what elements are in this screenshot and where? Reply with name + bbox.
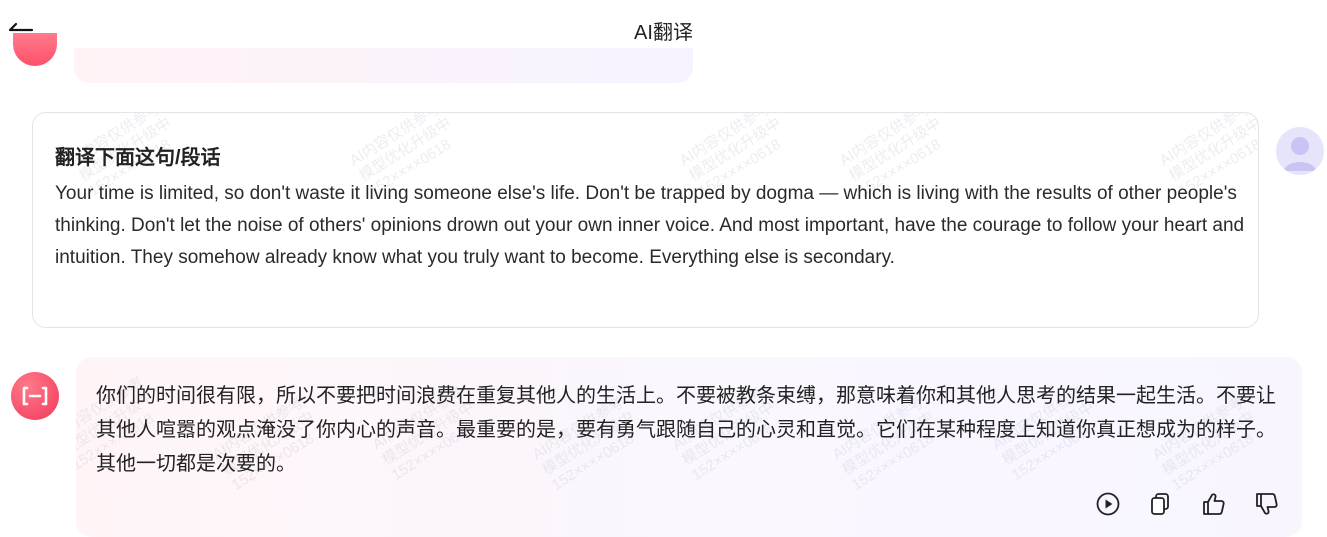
message-actions — [1094, 490, 1284, 520]
ai-translation-text: 你们的时间很有限，所以不要把时间浪费在重复其他人的生活上。不要被教条束缚，那意味… — [96, 385, 1276, 475]
user-message-text: Your time is limited, so don't waste it … — [55, 183, 1245, 268]
copy-icon[interactable] — [1147, 490, 1175, 518]
previous-ai-avatar — [13, 33, 57, 66]
user-message-heading: 翻译下面这句/段话 — [55, 147, 221, 169]
user-avatar-icon — [1276, 127, 1324, 175]
page-title: AI翻译 — [634, 22, 693, 44]
thumbs-down-icon[interactable] — [1253, 490, 1281, 518]
user-message-card: AI内容仅供参考 模型优化升级中 152××××0618 AI内容仅供参考 模型优化升… — [32, 112, 1259, 328]
thumbs-up-icon[interactable] — [1200, 490, 1228, 518]
previous-message-bubble — [74, 48, 693, 83]
play-icon[interactable] — [1094, 490, 1122, 518]
ai-logo-icon — [11, 372, 59, 420]
